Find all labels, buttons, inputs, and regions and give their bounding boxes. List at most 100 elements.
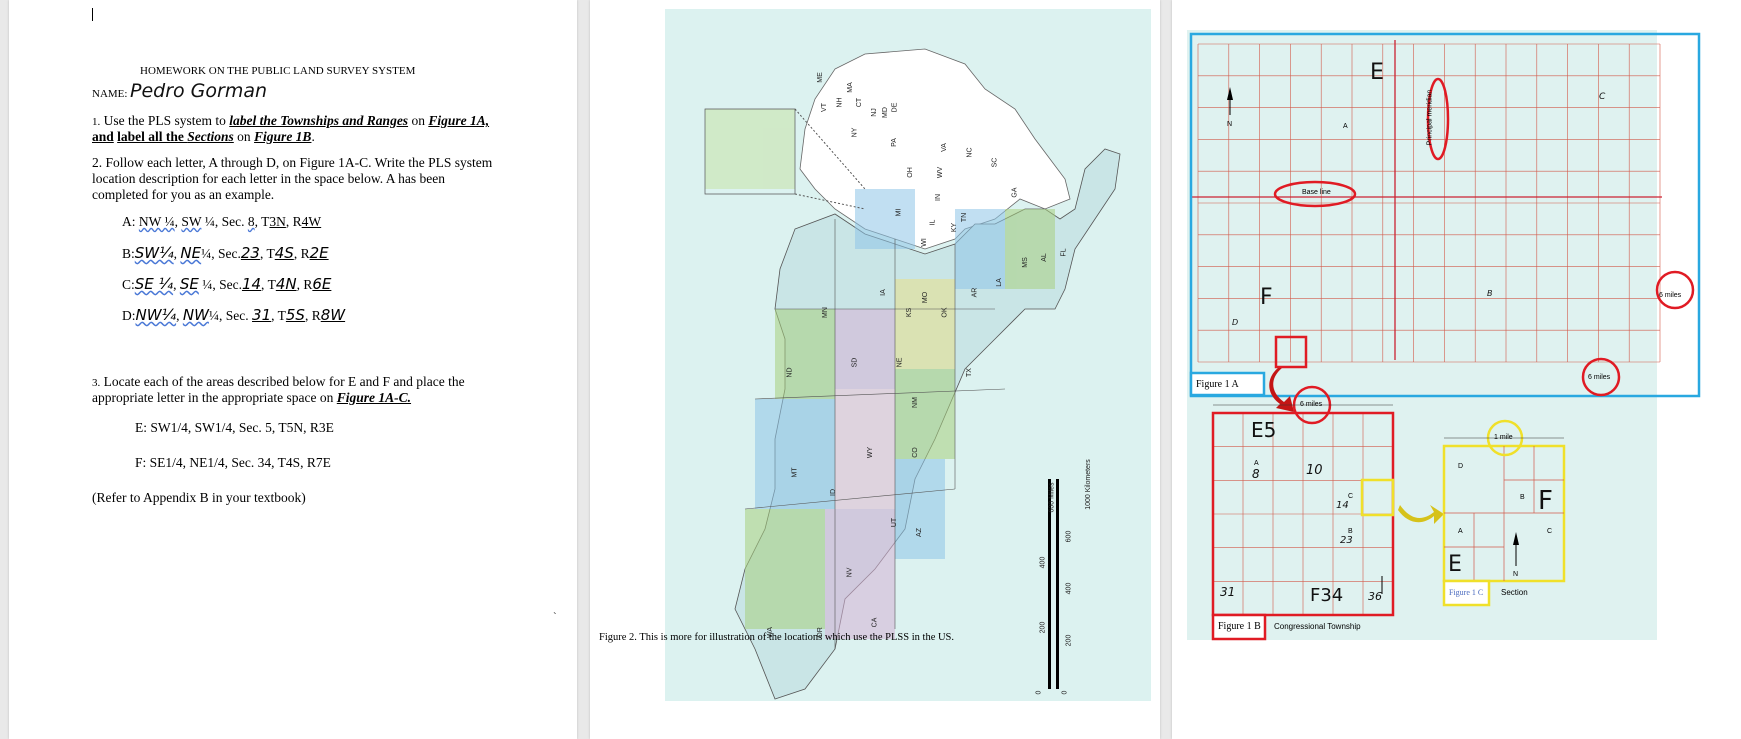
scale-km-label: 600	[1065, 530, 1073, 543]
state-label-wv: WV	[937, 166, 945, 179]
q1-sections: Sections	[187, 129, 234, 144]
state-label-nd: ND	[786, 367, 794, 378]
state-label-tx: TX	[965, 368, 973, 377]
state-label-mo: MO	[922, 291, 930, 304]
answer-b-q2[interactable]: NE	[180, 244, 201, 262]
answer-d-range[interactable]: 8W	[321, 306, 345, 324]
answer-b-r: R	[300, 246, 310, 261]
figure-2-caption: Figure 2. This is more for illustration …	[599, 632, 955, 643]
state-label-wy: WY	[867, 446, 875, 459]
state-label-in: IN	[935, 194, 942, 201]
state-label-wi: WI	[920, 238, 928, 247]
state-label-md: MD	[881, 107, 889, 118]
handwritten-f-1c[interactable]: F	[1538, 486, 1553, 516]
scale-km-label: 0	[1061, 690, 1069, 695]
q3-number: 3.	[92, 377, 101, 389]
patch-2	[835, 309, 895, 389]
state-label-vt: VT	[820, 103, 828, 112]
north-label-c: N	[1513, 571, 1519, 578]
state-label-pa: PA	[890, 138, 898, 147]
handwritten-f34[interactable]: F34	[1310, 585, 1343, 606]
answer-a-prefix: A:	[122, 214, 136, 229]
answer-d: D:NW¼, NW¼, Sec. 31, T5S, R8W	[122, 306, 346, 324]
marker-a-1b: A	[1254, 460, 1259, 467]
handwritten-14[interactable]: 14	[1336, 500, 1349, 511]
handwritten-f-1a[interactable]: F	[1260, 285, 1273, 310]
answer-c-sec[interactable]: 14	[242, 275, 261, 293]
answer-d-q2[interactable]: NW	[183, 306, 209, 324]
scale-km-label: 200	[1065, 634, 1073, 647]
q1-number: 1.	[92, 116, 101, 128]
base-line-label: Base line	[1302, 189, 1331, 196]
scale-mile-label: 600 Miles	[1048, 482, 1056, 513]
answer-a-township: 3N	[269, 214, 286, 229]
patch-12	[855, 189, 915, 249]
answer-b-township[interactable]: 4S	[275, 244, 294, 262]
answer-c-range[interactable]: 6E	[312, 275, 331, 293]
answer-b-sec[interactable]: 23	[241, 244, 260, 262]
handwritten-e-1a[interactable]: E	[1370, 60, 1384, 85]
state-label-id: ID	[830, 489, 837, 496]
handwritten-10[interactable]: 10	[1306, 463, 1323, 478]
answer-a: A: NW ¼, SW ¼, Sec. 8, T3N, R4W	[122, 214, 322, 229]
q2-line-2: location description for each letter in …	[92, 171, 445, 186]
answer-b-q1[interactable]: SW¼	[135, 244, 174, 262]
section-a: A	[1458, 528, 1463, 535]
marker-a-1a: A	[1343, 123, 1348, 130]
answer-a-range: 4W	[301, 214, 322, 229]
state-label-oh: OH	[906, 167, 914, 178]
state-label-nj: NJ	[870, 108, 878, 117]
patch-inset	[705, 109, 795, 189]
north-label-a: N	[1227, 121, 1233, 128]
answer-d-r: R	[311, 308, 321, 323]
marker-b-1b: B	[1348, 528, 1353, 535]
answer-d-q1[interactable]: NW¼	[136, 306, 177, 324]
handwritten-d-1a[interactable]: D	[1232, 318, 1238, 327]
handwritten-8[interactable]: 8	[1252, 467, 1260, 481]
answer-a-q1: NW ¼	[138, 214, 175, 229]
handwritten-36[interactable]: 36	[1368, 590, 1382, 603]
q3-figure-ref: Figure 1A-C.	[336, 390, 412, 405]
answer-d-sec[interactable]: 31	[252, 306, 271, 324]
answer-a-sec: 8	[247, 214, 255, 229]
figure-1b-label: Figure 1 B	[1218, 621, 1261, 632]
answer-c-q2[interactable]: SE	[180, 275, 199, 293]
patch-4	[755, 399, 835, 509]
congressional-township-caption: Congressional Township	[1274, 622, 1361, 631]
handwritten-23[interactable]: 23	[1340, 535, 1353, 546]
text-cursor	[92, 8, 93, 21]
state-label-il: IL	[929, 219, 937, 226]
answer-c-q1[interactable]: SE ¼	[135, 275, 173, 293]
answer-b-range[interactable]: 2E	[310, 244, 329, 262]
scale-km-label: 400	[1065, 582, 1073, 595]
patch-5	[835, 389, 895, 509]
answer-b: B:SW¼, NE¼, Sec.23, T4S, R2E	[122, 244, 329, 262]
six-miles-circle-a	[1655, 270, 1695, 310]
answer-d-township[interactable]: 5S	[286, 306, 305, 324]
handwritten-e5[interactable]: E5	[1251, 418, 1276, 442]
handwritten-e-1c[interactable]: E	[1448, 552, 1462, 577]
answer-b-t: T	[266, 246, 275, 261]
name-handwritten[interactable]: Pedro Gorman	[130, 80, 267, 102]
answer-a-q2: SW	[181, 214, 202, 229]
patch-7	[745, 509, 825, 629]
handwritten-c-1a[interactable]: C	[1599, 92, 1605, 102]
page-3: Figure 1 A Base line Principal meridian …	[1172, 0, 1741, 739]
q2-line-3: completed for you as an example.	[92, 187, 275, 202]
q1-label-all: label all the	[117, 129, 188, 144]
section-b: B	[1520, 494, 1525, 501]
figure-1c-label: Figure 1 C	[1449, 588, 1484, 597]
state-label-tn: TN	[961, 212, 969, 223]
answer-c-township[interactable]: 4N	[276, 275, 297, 293]
q1-bold-townships: label the Townships and Ranges	[229, 113, 409, 128]
state-label-va: VA	[940, 143, 948, 152]
section-c: C	[1547, 528, 1553, 535]
q1-on-2: on	[233, 129, 255, 144]
state-label-ca: CA	[871, 617, 879, 628]
q1-period: .	[311, 129, 315, 144]
page-1: HOMEWORK ON THE PUBLIC LAND SURVEY SYSTE…	[9, 0, 577, 739]
handwritten-b-1a[interactable]: B	[1487, 289, 1493, 298]
handwritten-31[interactable]: 31	[1220, 585, 1235, 599]
state-label-sd: SD	[851, 357, 859, 368]
answer-d-sec-label: ¼, Sec.	[208, 308, 249, 323]
